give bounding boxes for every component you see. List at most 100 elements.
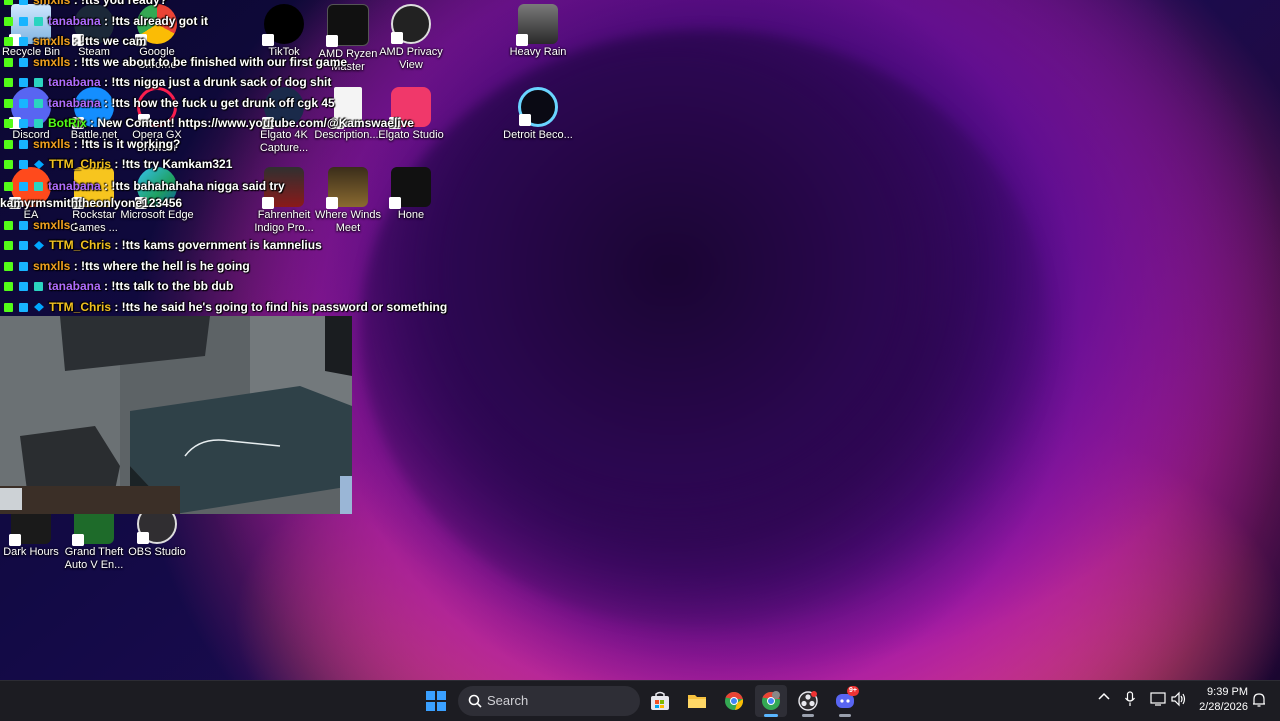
- chat-message: tanabana : !tts already got it: [0, 11, 430, 32]
- chat-message: tanabana : !tts how the fuck u get drunk…: [0, 93, 430, 114]
- chat-badge-icon: [4, 16, 13, 26]
- chat-badge-icon: [34, 98, 43, 108]
- active-indicator: [802, 714, 814, 717]
- desktop-icon-heavy-rain[interactable]: Heavy Rain: [500, 0, 576, 59]
- chat-badge-icon: [34, 241, 44, 250]
- chat-badge-icon: [34, 302, 44, 312]
- notifications-button[interactable]: [1252, 692, 1266, 711]
- chat-badge-icon: [19, 261, 28, 271]
- chat-badge-icon: [19, 78, 28, 87]
- chat-username: smxlls: [33, 217, 71, 232]
- taskbar-search[interactable]: Search: [458, 686, 640, 716]
- chat-message: TTM_Chris : !tts he said he's going to f…: [0, 297, 447, 318]
- chat-badge-icon: [4, 98, 13, 108]
- volume-button[interactable]: [1170, 691, 1186, 710]
- chat-text: : !tts talk to the bb dub: [100, 279, 234, 293]
- chat-username: smxlls: [33, 258, 71, 273]
- chat-text: : !tts already got it: [100, 13, 209, 28]
- notification-bell-icon: [1253, 693, 1265, 707]
- discord-notification-badge: 9+: [847, 686, 859, 696]
- webcam-image: [0, 316, 352, 514]
- chat-badge-icon: [4, 0, 13, 5]
- microsoft-store-icon: [651, 691, 669, 710]
- chat-username: tanabana: [48, 178, 101, 193]
- chat-username: tanabana: [48, 95, 101, 110]
- chat-badge-icon: [19, 37, 28, 46]
- chat-badge-icon: [19, 57, 28, 67]
- chat-badge-icon: [4, 160, 13, 169]
- chat-message: BotRix : New Content! https://www.youtub…: [0, 113, 430, 134]
- chat-badge-icon: [4, 261, 13, 271]
- chat-badge-icon: [34, 282, 43, 291]
- chat-badge-icon: [4, 302, 13, 312]
- detroit-icon: [518, 87, 558, 127]
- clock-date: 2/28/2026: [1199, 701, 1248, 713]
- active-indicator: [764, 714, 778, 717]
- network-button[interactable]: [1150, 691, 1166, 710]
- chat-text: : !tts nigga just a drunk sack of dog sh…: [100, 75, 332, 89]
- taskbar-chrome[interactable]: [718, 685, 750, 717]
- taskbar-store[interactable]: [644, 685, 676, 717]
- start-button[interactable]: [420, 685, 452, 717]
- chat-badge-icon: [34, 16, 43, 26]
- desktop: Recycle Bin Discord EA Dark Hours Steam …: [0, 0, 1280, 680]
- chat-username: tanabana: [48, 75, 101, 89]
- chat-badge-icon: [19, 160, 28, 169]
- network-icon: [1150, 692, 1166, 706]
- chat-badge-icon: [4, 241, 13, 250]
- taskbar-obs[interactable]: [792, 685, 824, 717]
- taskbar: Search 9+ 9:39 PM 2/28/2026: [0, 680, 1280, 721]
- active-indicator: [839, 714, 851, 717]
- chat-text: : !tts we about to be finished with our …: [70, 54, 348, 69]
- windows-start-icon: [426, 691, 446, 711]
- heavy-rain-icon: [516, 4, 558, 46]
- obs-icon: [798, 691, 818, 711]
- chat-badge-icon: [4, 220, 13, 230]
- taskbar-file-explorer[interactable]: [681, 685, 713, 717]
- chat-message: tanabana : !tts talk to the bb dub: [0, 276, 430, 297]
- chat-badge-icon: [19, 119, 28, 128]
- icon-label: Detroit Beco...: [503, 129, 573, 141]
- chat-message: smxlls : !tts you ready?: [0, 0, 430, 11]
- chat-message: smxlls : !tts we cam: [0, 31, 430, 52]
- wallpaper-shade: [360, 30, 1050, 630]
- chat-badge-icon: [4, 57, 13, 67]
- chat-text: :: [70, 217, 78, 232]
- chat-badge-icon: [4, 282, 13, 291]
- chat-text: : !tts we cam: [70, 34, 147, 48]
- clock-time: 9:39 PM: [1207, 686, 1248, 698]
- chat-message: smxlls : !tts is it working?: [0, 134, 430, 155]
- icon-label: OBS Studio: [128, 546, 186, 558]
- taskbar-discord[interactable]: 9+: [829, 685, 861, 717]
- chat-text: : !tts how the fuck u get drunk off cgk …: [100, 95, 335, 110]
- chat-message: TTM_Chris : !tts kams government is kamn…: [0, 235, 430, 256]
- chat-username: BotRix: [48, 116, 87, 130]
- chat-message: smxlls :: [0, 215, 430, 236]
- chat-text: : !tts you ready?: [70, 0, 168, 7]
- taskbar-clock[interactable]: 9:39 PM 2/28/2026: [1188, 685, 1248, 715]
- taskbar-chrome-profile[interactable]: [755, 685, 787, 717]
- chat-username: TTM_Chris: [49, 238, 112, 252]
- chat-badge-icon: [34, 78, 43, 87]
- chat-badge-icon: [4, 119, 13, 128]
- show-hidden-icons-button[interactable]: [1098, 690, 1110, 706]
- chat-badge-icon: [34, 119, 43, 128]
- chat-badge-icon: [19, 220, 28, 230]
- speaker-icon: [1171, 691, 1186, 707]
- chat-badge-icon: [19, 16, 28, 26]
- chat-text: : !tts try Kamkam321: [111, 157, 233, 171]
- chat-text: : !tts is it working?: [70, 136, 181, 151]
- microphone-button[interactable]: [1124, 691, 1136, 710]
- chat-badge-icon: [4, 78, 13, 87]
- chat-badge-icon: [34, 160, 44, 169]
- chrome-icon: [725, 691, 744, 710]
- chevron-up-icon: [1098, 692, 1110, 700]
- chat-badge-icon: [19, 241, 28, 250]
- file-explorer-icon: [688, 695, 706, 708]
- desktop-icon-detroit[interactable]: Detroit Beco...: [500, 83, 576, 142]
- chat-badge-icon: [19, 282, 28, 291]
- chat-username: smxlls: [33, 54, 71, 69]
- chat-badge-icon: [4, 139, 13, 149]
- chat-message: tanabana : !tts bahahahaha nigga said tr…: [0, 175, 290, 215]
- chat-username: TTM_Chris: [49, 299, 112, 314]
